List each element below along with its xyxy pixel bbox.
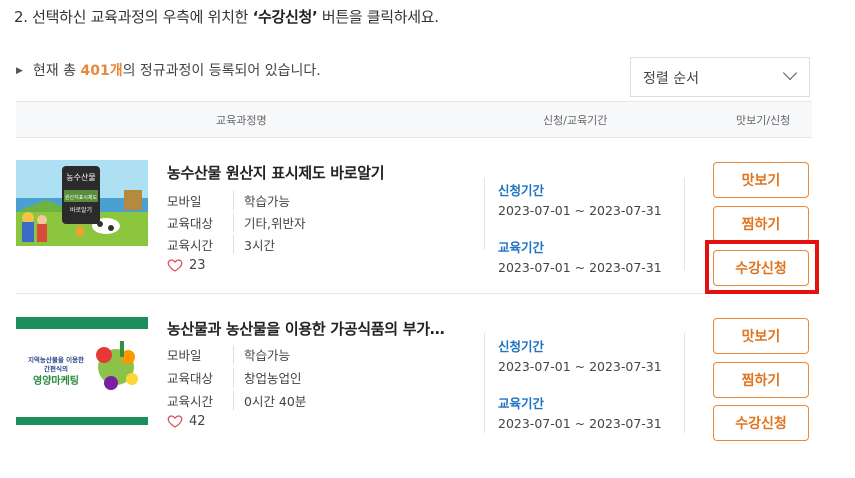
preview-button[interactable]: 맛보기 bbox=[713, 318, 809, 354]
course-thumbnail[interactable]: 지역농산물을 이용한 간편식의 영양마케팅 bbox=[16, 317, 148, 425]
bullet-arrow-icon: ▶ bbox=[16, 66, 23, 76]
meta-value: 3시간 bbox=[244, 238, 275, 253]
meta-target: 교육대상 창업농업인 bbox=[167, 368, 302, 387]
header-period: 신청/교육기간 bbox=[543, 114, 608, 127]
course-title[interactable]: 농수산물 원산지 표시제도 바로알기 bbox=[167, 162, 467, 183]
instruction-suffix: 버튼을 클릭하세요. bbox=[317, 8, 439, 26]
apply-period-label: 신청기간 bbox=[498, 339, 545, 354]
meta-label: 교육시간 bbox=[167, 235, 234, 254]
meta-value: 창업농업인 bbox=[244, 371, 302, 386]
likes-value: 23 bbox=[189, 257, 206, 273]
thumb-title-text: 지역농산물을 이용한 bbox=[28, 355, 84, 364]
edu-period-value: 2023-07-01 ~ 2023-07-31 bbox=[498, 416, 662, 431]
apply-period-label: 신청기간 bbox=[498, 183, 545, 198]
course-row: 지역농산물을 이용한 간편식의 영양마케팅 농산물과 농산물을 이용한 가공식품… bbox=[16, 305, 812, 450]
edu-period-label: 교육기간 bbox=[498, 396, 545, 411]
course-row: 농수산물 원산지표시제도 바로알기 농수산물 원산지 표시제도 바로알기 모바일… bbox=[16, 150, 812, 295]
heart-icon bbox=[167, 259, 183, 272]
apply-period-value: 2023-07-01 ~ 2023-07-31 bbox=[498, 203, 662, 218]
wishlist-button[interactable]: 찜하기 bbox=[713, 362, 809, 398]
meta-mobile: 모바일 학습가능 bbox=[167, 345, 290, 364]
enroll-button-highlight bbox=[705, 240, 819, 294]
chevron-down-icon bbox=[782, 65, 798, 81]
header-course-name: 교육과정명 bbox=[216, 114, 267, 127]
preview-button[interactable]: 맛보기 bbox=[713, 162, 809, 198]
column-divider bbox=[684, 178, 685, 270]
heart-icon bbox=[167, 415, 183, 428]
meta-time: 교육시간 0시간 40분 bbox=[167, 391, 306, 410]
meta-label: 교육대상 bbox=[167, 368, 234, 387]
thumb-subtitle-text: 원산지표시제도 bbox=[65, 194, 98, 201]
meta-label: 교육시간 bbox=[167, 391, 234, 410]
instruction-text: 2. 선택하신 교육과정의 우측에 위치한 ‘수강신청’ 버튼을 클릭하세요. bbox=[14, 6, 439, 27]
meta-value: 학습가능 bbox=[244, 194, 291, 209]
column-divider bbox=[484, 178, 485, 250]
wishlist-button[interactable]: 찜하기 bbox=[713, 206, 809, 242]
like-count[interactable]: 42 bbox=[167, 413, 206, 429]
sort-select-label: 정렬 순서 bbox=[643, 71, 699, 87]
instruction-prefix: 2. 선택하신 교육과정의 우측에 위치한 bbox=[14, 8, 253, 26]
instruction-highlight: ‘수강신청’ bbox=[252, 8, 318, 26]
course-count: 401개 bbox=[80, 63, 123, 79]
header-actions: 맛보기/신청 bbox=[736, 114, 791, 127]
meta-label: 교육대상 bbox=[167, 213, 234, 232]
enroll-button[interactable]: 수강신청 bbox=[713, 405, 809, 441]
course-count-summary: ▶ 현재 총 401개의 정규과정이 등록되어 있습니다. bbox=[16, 60, 321, 80]
sort-select[interactable]: 정렬 순서 bbox=[630, 57, 810, 97]
meta-label: 모바일 bbox=[167, 191, 234, 210]
likes-value: 42 bbox=[189, 413, 206, 429]
row-divider bbox=[16, 293, 812, 294]
thumb-title-text: 농수산물 bbox=[66, 172, 95, 182]
thumb-caption-text: 바로알기 bbox=[70, 206, 92, 214]
meta-value: 기타,위반자 bbox=[244, 216, 306, 231]
column-divider bbox=[684, 333, 685, 433]
summary-prefix: 현재 총 bbox=[32, 63, 81, 79]
table-header: 교육과정명 신청/교육기간 맛보기/신청 bbox=[16, 101, 812, 138]
course-title[interactable]: 농산물과 농산물을 이용한 가공식품의 부가… bbox=[167, 318, 467, 339]
like-count[interactable]: 23 bbox=[167, 257, 206, 273]
thumb-caption-text: 영양마케팅 bbox=[33, 374, 79, 387]
thumb-subtitle-text: 간편식의 bbox=[44, 364, 68, 373]
apply-period-value: 2023-07-01 ~ 2023-07-31 bbox=[498, 359, 662, 374]
edu-period-label: 교육기간 bbox=[498, 240, 545, 255]
column-divider bbox=[484, 333, 485, 433]
meta-target: 교육대상 기타,위반자 bbox=[167, 213, 305, 232]
meta-value: 0시간 40분 bbox=[244, 394, 307, 409]
summary-suffix: 의 정규과정이 등록되어 있습니다. bbox=[122, 63, 321, 79]
edu-period-value: 2023-07-01 ~ 2023-07-31 bbox=[498, 260, 662, 275]
meta-mobile: 모바일 학습가능 bbox=[167, 191, 290, 210]
meta-label: 모바일 bbox=[167, 345, 234, 364]
course-thumbnail[interactable]: 농수산물 원산지표시제도 바로알기 bbox=[16, 160, 148, 246]
meta-time: 교육시간 3시간 bbox=[167, 235, 275, 254]
meta-value: 학습가능 bbox=[244, 348, 291, 363]
